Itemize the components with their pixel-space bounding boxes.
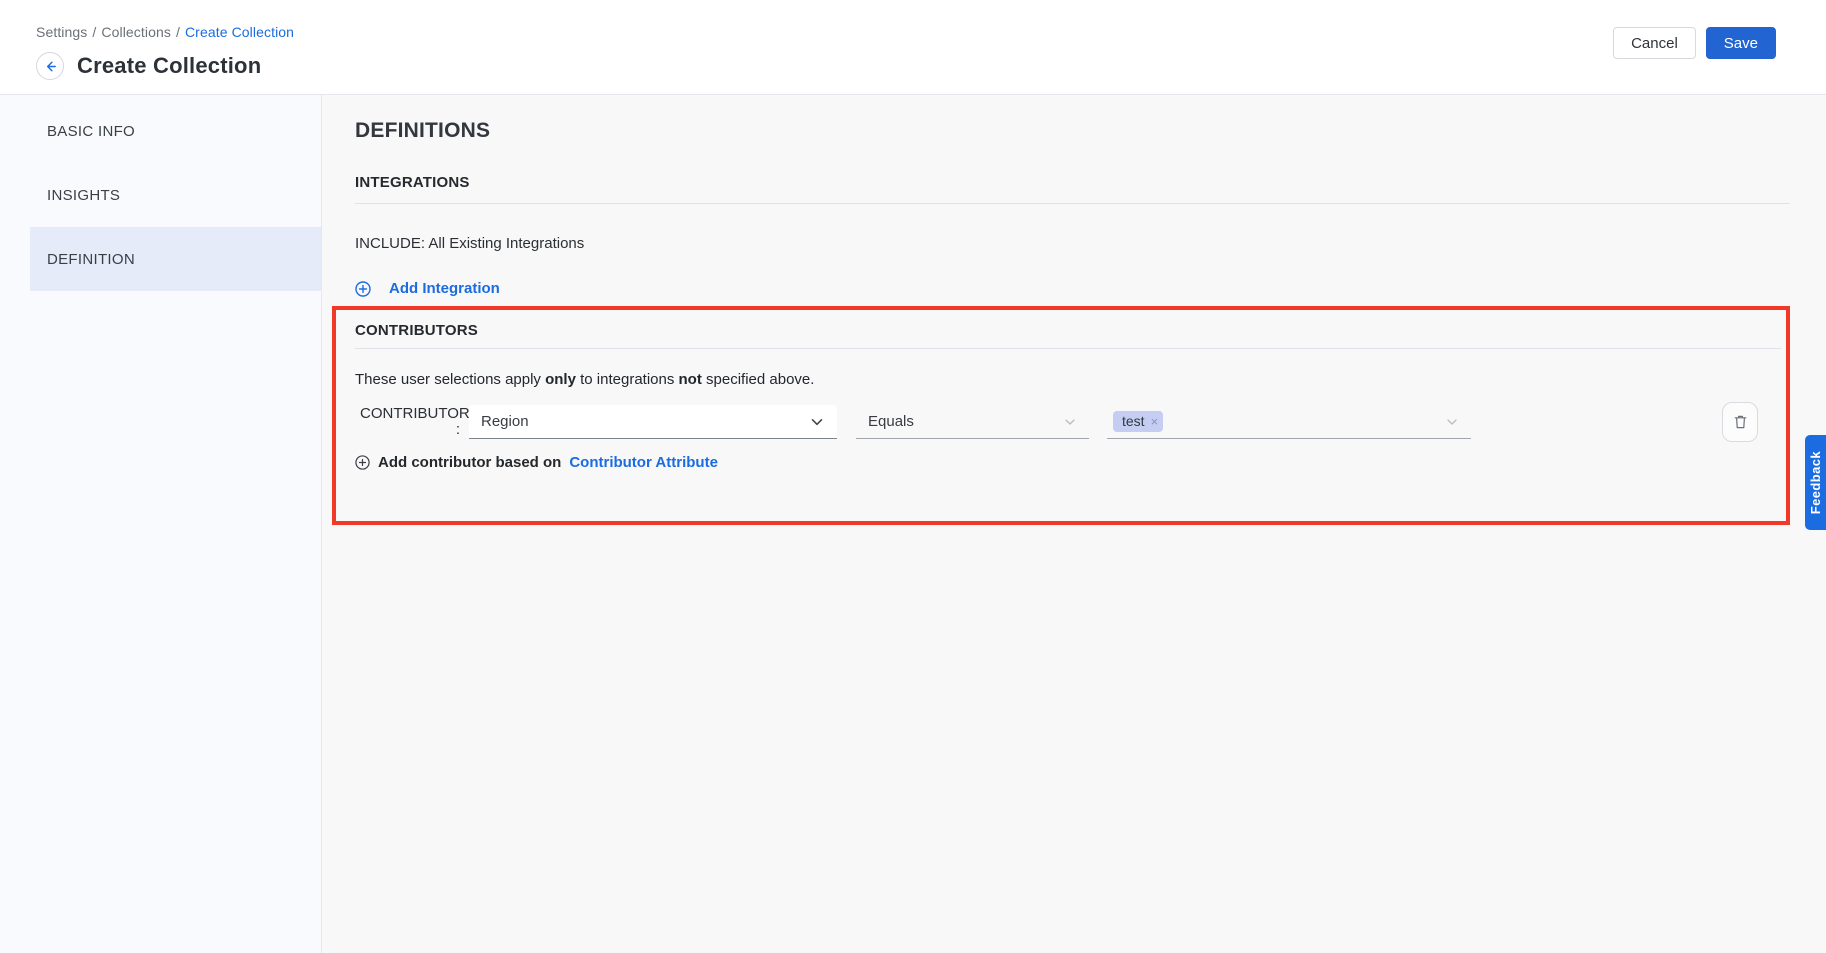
page-header: Settings / Collections / Create Collection C… (0, 0, 1826, 95)
attribute-select-value: Region (481, 413, 529, 430)
delete-rule-button[interactable] (1722, 402, 1758, 442)
breadcrumb-create-collection[interactable]: Create Collection (185, 24, 294, 40)
add-integration-button[interactable]: Add Integration (355, 280, 500, 297)
save-button[interactable]: Save (1706, 27, 1776, 59)
settings-sidebar: BASIC INFO INSIGHTS DEFINITION (0, 95, 322, 953)
chevron-down-icon (1063, 415, 1077, 429)
attribute-values-select[interactable]: test × (1107, 405, 1471, 439)
breadcrumb-separator: / (92, 24, 96, 40)
integrations-section-header: INTEGRATIONS (355, 174, 1790, 204)
sidebar-item-definition[interactable]: DEFINITION (30, 227, 321, 291)
note-bold-not: not (679, 371, 702, 388)
trash-icon (1733, 414, 1748, 430)
page-title: Create Collection (77, 53, 261, 79)
operator-select[interactable]: Equals (856, 405, 1089, 439)
back-arrow-icon (43, 59, 58, 74)
highlight-annotation: CONTRIBUTORS These user selections apply… (332, 306, 1790, 525)
operator-select-value: Equals (868, 413, 914, 430)
feedback-tab[interactable]: Feedback (1805, 435, 1826, 530)
cancel-button[interactable]: Cancel (1613, 27, 1696, 59)
definition-panel: DEFINITIONS INTEGRATIONS INCLUDE: All Ex… (322, 95, 1826, 953)
breadcrumb-separator: / (176, 24, 180, 40)
contributors-section-header: CONTRIBUTORS (355, 322, 1781, 349)
chevron-down-icon (1445, 415, 1459, 429)
note-bold-only: only (545, 371, 576, 388)
back-button[interactable] (36, 52, 64, 80)
contributor-rule-row: CONTRIBUTOR : Region Equals test (355, 402, 1781, 442)
contributor-attribute-select[interactable]: Region (469, 405, 837, 439)
plus-circle-icon (355, 455, 370, 470)
sidebar-item-insights[interactable]: INSIGHTS (30, 163, 321, 227)
value-tag-label: test (1122, 413, 1145, 429)
note-text: These user selections apply (355, 371, 545, 388)
value-tag: test × (1113, 411, 1163, 432)
add-contributor-label: Add contributor based on (378, 454, 561, 471)
definitions-title: DEFINITIONS (355, 119, 1790, 143)
feedback-tab-label: Feedback (1808, 451, 1823, 514)
contributors-note: These user selections apply only to inte… (355, 371, 1781, 388)
breadcrumb-settings[interactable]: Settings (36, 24, 87, 40)
contributor-attribute-link[interactable]: Contributor Attribute (569, 454, 718, 471)
sidebar-item-basic-info[interactable]: BASIC INFO (30, 99, 321, 163)
breadcrumb-collections[interactable]: Collections (101, 24, 171, 40)
chevron-down-icon (809, 414, 825, 430)
add-integration-label: Add Integration (389, 280, 500, 297)
include-integrations-text: INCLUDE: All Existing Integrations (355, 235, 1790, 252)
plus-circle-icon (355, 281, 371, 297)
contributor-row-label: CONTRIBUTOR : (360, 406, 460, 438)
breadcrumb: Settings / Collections / Create Collection (36, 24, 294, 40)
remove-tag-icon[interactable]: × (1151, 414, 1159, 429)
note-text: to integrations (576, 371, 679, 388)
add-contributor-button[interactable]: Add contributor based on Contributor Att… (355, 454, 718, 471)
note-text: specified above. (702, 371, 815, 388)
